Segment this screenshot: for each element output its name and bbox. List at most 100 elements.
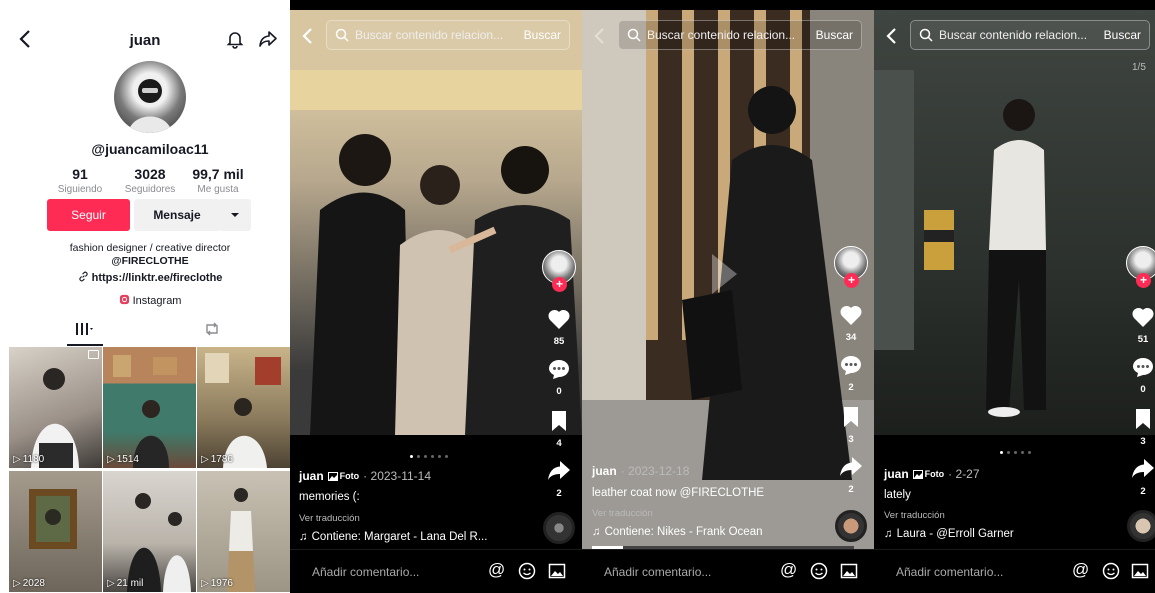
- play-icon: ▷: [201, 454, 209, 465]
- bio-mention[interactable]: @FIRECLOTHE: [0, 255, 290, 268]
- stat-value: 91: [72, 166, 88, 182]
- post-meta: juan · 2023-12-18: [592, 464, 689, 478]
- search-input[interactable]: Buscar contenido relacion...: [647, 28, 808, 42]
- avatar[interactable]: [114, 61, 186, 133]
- comment-button[interactable]: 0: [545, 358, 573, 397]
- share-button[interactable]: 2: [837, 456, 865, 495]
- carousel-dots: [410, 455, 448, 458]
- view-count: ▷ 1786: [201, 454, 233, 465]
- mention-icon[interactable]: @: [780, 560, 797, 580]
- comment-button[interactable]: 2: [837, 354, 865, 393]
- music-text: Contiene: Margaret - Lana Del R...: [311, 531, 488, 543]
- photo-illustration: [874, 70, 1046, 417]
- music-disc[interactable]: [1127, 510, 1155, 542]
- search-icon: [627, 28, 641, 42]
- photo-tag: Foto: [912, 469, 945, 479]
- comment-button[interactable]: 0: [1129, 356, 1155, 395]
- mention-icon[interactable]: @: [1072, 560, 1089, 580]
- save-button[interactable]: 3: [837, 406, 865, 445]
- post-username[interactable]: juan: [299, 469, 324, 483]
- search-input[interactable]: Buscar contenido relacion...: [939, 28, 1096, 42]
- search-button[interactable]: Buscar: [1096, 28, 1149, 42]
- emoji-icon[interactable]: [1102, 562, 1120, 580]
- photo-content[interactable]: [290, 10, 582, 435]
- bookmark-icon: [552, 411, 566, 431]
- emoji-icon[interactable]: [810, 562, 828, 580]
- back-icon[interactable]: [884, 26, 898, 46]
- follow-plus-button[interactable]: +: [844, 273, 859, 288]
- back-icon[interactable]: [300, 26, 314, 46]
- search-button[interactable]: Buscar: [516, 28, 569, 42]
- emoji-icon[interactable]: [518, 562, 536, 580]
- photo-tag-text: Foto: [924, 469, 945, 479]
- music-info[interactable]: ♫ Laura - @Erroll Garner: [884, 528, 1014, 540]
- grid-item[interactable]: ▷ 1180: [9, 347, 102, 468]
- save-button[interactable]: 4: [545, 410, 573, 449]
- comment-bar: Añadir comentario... @: [582, 549, 874, 593]
- tab-videos[interactable]: [67, 318, 103, 346]
- comment-input[interactable]: Añadir comentario...: [896, 565, 1003, 579]
- share-button[interactable]: 2: [1129, 458, 1155, 497]
- comment-input[interactable]: Añadir comentario...: [604, 565, 711, 579]
- message-button[interactable]: Mensaje: [134, 199, 220, 231]
- like-button[interactable]: 34: [837, 304, 865, 343]
- post-date-text: 2023-11-14: [370, 469, 432, 483]
- save-button[interactable]: 3: [1129, 408, 1155, 447]
- follow-plus-button[interactable]: +: [552, 277, 567, 292]
- like-button[interactable]: 85: [545, 308, 573, 347]
- music-text: Contiene: Nikes - Frank Ocean: [604, 526, 763, 538]
- more-options-button[interactable]: [218, 199, 251, 231]
- view-count-text: 1514: [116, 454, 139, 465]
- photo-content[interactable]: [874, 10, 1155, 435]
- image-icon[interactable]: [1131, 562, 1149, 580]
- back-icon[interactable]: [592, 26, 606, 46]
- repost-icon[interactable]: [203, 321, 221, 337]
- post-username[interactable]: juan: [884, 467, 909, 481]
- search-bar[interactable]: Buscar contenido relacion... Buscar: [910, 20, 1150, 50]
- bio-line: fashion designer / creative director: [69, 242, 231, 254]
- grid-item[interactable]: ▷ 1514: [103, 347, 196, 468]
- post-caption: memories (:: [299, 491, 360, 503]
- music-info[interactable]: ♫ Contiene: Nikes - Frank Ocean: [592, 526, 763, 538]
- music-text: Laura - @Erroll Garner: [896, 528, 1014, 540]
- search-bar[interactable]: Buscar contenido relacion... Buscar: [326, 20, 570, 50]
- search-bar[interactable]: Buscar contenido relacion... Buscar: [618, 20, 862, 50]
- grid-item[interactable]: ▷ 2028: [9, 471, 102, 592]
- translate-link[interactable]: Ver traducción: [299, 513, 360, 524]
- search-button[interactable]: Buscar: [808, 28, 861, 42]
- translate-link[interactable]: Ver traducción: [884, 510, 945, 521]
- grid-item[interactable]: ▷ 1976: [197, 471, 290, 592]
- comment-input[interactable]: Añadir comentario...: [312, 565, 419, 579]
- grid-item[interactable]: ▷ 21 mil: [103, 471, 196, 592]
- search-icon: [335, 28, 349, 42]
- music-disc[interactable]: [543, 512, 575, 544]
- heart-icon: [840, 305, 862, 325]
- profile-link[interactable]: https://linktr.ee/fireclothe: [0, 271, 290, 284]
- heart-icon: [548, 309, 570, 329]
- save-count: 4: [556, 438, 562, 449]
- mention-icon[interactable]: @: [488, 560, 505, 580]
- search-input[interactable]: Buscar contenido relacion...: [355, 28, 516, 42]
- image-icon[interactable]: [548, 562, 566, 580]
- share-button[interactable]: 2: [545, 460, 573, 499]
- follow-plus-button[interactable]: +: [1136, 273, 1151, 288]
- instagram-link[interactable]: Instagram: [0, 294, 290, 307]
- instagram-icon: [119, 294, 129, 305]
- music-info[interactable]: ♫ Contiene: Margaret - Lana Del R...: [299, 531, 487, 543]
- translate-link[interactable]: Ver traducción: [592, 508, 653, 519]
- share-icon[interactable]: [258, 30, 278, 48]
- like-button[interactable]: 51: [1129, 306, 1155, 345]
- profile-handle: @juancamiloac11: [91, 141, 209, 157]
- grid-item[interactable]: ▷ 1786: [197, 347, 290, 468]
- play-icon: ▷: [107, 578, 115, 589]
- post-date: · 2-27: [948, 467, 980, 481]
- photo-thumbnail: [205, 353, 281, 468]
- stat-following[interactable]: 91 Siguiendo: [40, 166, 120, 195]
- follow-button[interactable]: Seguir: [47, 199, 130, 231]
- music-disc[interactable]: [835, 510, 867, 542]
- music-note-icon: ♫: [884, 528, 893, 540]
- comment-bar: Añadir comentario... @: [290, 549, 582, 593]
- post-username[interactable]: juan: [592, 464, 617, 478]
- image-icon[interactable]: [840, 562, 858, 580]
- bell-icon[interactable]: [225, 29, 245, 49]
